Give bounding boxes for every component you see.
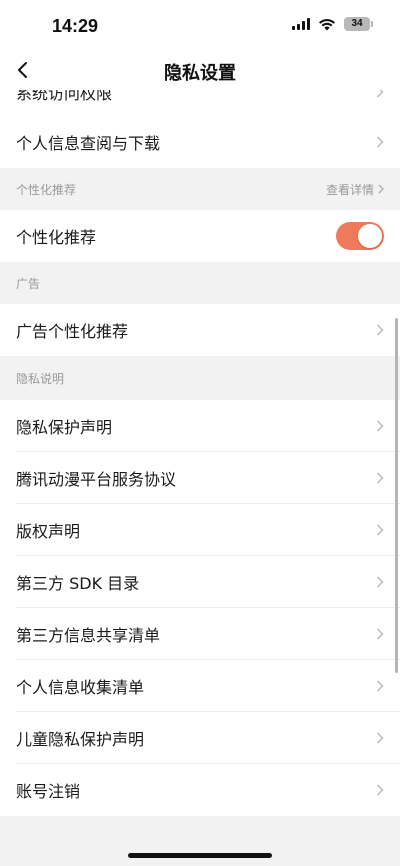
section-title: 个性化推荐 — [16, 182, 77, 197]
row-label: 个人信息收集清单 — [16, 678, 145, 697]
row-personal-collect[interactable]: 个人信息收集清单 — [0, 660, 400, 712]
status-time: 14:29 — [52, 16, 99, 36]
row-system-permissions[interactable]: 系统访问权限 — [0, 90, 400, 118]
section-title: 广告 — [16, 276, 41, 291]
page-title: 隐私设置 — [164, 63, 236, 84]
chevron-right-icon — [376, 524, 384, 536]
chevron-right-icon — [376, 680, 384, 692]
chevron-right-icon — [376, 784, 384, 796]
toggle-knob — [358, 224, 382, 248]
battery-icon: 34 — [344, 17, 373, 31]
view-details-label: 查看详情 — [325, 182, 374, 197]
row-label: 隐私保护声明 — [16, 418, 113, 437]
row-label: 个人信息查阅与下载 — [16, 134, 161, 153]
section-ads: 广告 — [0, 262, 400, 304]
section-personalized: 个性化推荐 查看详情 — [0, 168, 400, 210]
row-third-party-share[interactable]: 第三方信息共享清单 — [0, 608, 400, 660]
row-label: 第三方信息共享清单 — [16, 626, 161, 645]
row-personalized-rec: 个性化推荐 — [0, 210, 400, 262]
section-title: 隐私说明 — [16, 371, 65, 386]
row-label: 腾讯动漫平台服务协议 — [16, 470, 177, 489]
row-privacy-statement[interactable]: 隐私保护声明 — [0, 400, 400, 452]
home-indicator — [128, 853, 272, 858]
scrollbar[interactable] — [395, 318, 398, 673]
chevron-right-icon — [376, 472, 384, 484]
wifi-icon — [319, 18, 335, 30]
row-label: 第三方 SDK 目录 — [16, 574, 140, 593]
row-service-agreement[interactable]: 腾讯动漫平台服务协议 — [0, 452, 400, 504]
row-ad-personalized[interactable]: 广告个性化推荐 — [0, 304, 400, 356]
row-label: 版权声明 — [16, 522, 81, 541]
chevron-right-icon — [378, 184, 384, 194]
row-third-party-sdk[interactable]: 第三方 SDK 目录 — [0, 556, 400, 608]
view-details-link[interactable]: 查看详情 — [326, 181, 384, 198]
row-label: 广告个性化推荐 — [16, 322, 129, 341]
chevron-right-icon — [376, 324, 384, 336]
chevron-right-icon — [376, 90, 384, 98]
row-personal-info-download[interactable]: 个人信息查阅与下载 — [0, 116, 400, 168]
status-bar: 14:29 34 — [0, 0, 400, 50]
row-label: 系统访问权限 — [16, 90, 113, 103]
status-icons: 34 — [292, 17, 373, 31]
chevron-right-icon — [376, 732, 384, 744]
row-copyright[interactable]: 版权声明 — [0, 504, 400, 556]
personalized-rec-toggle[interactable] — [336, 222, 384, 250]
section-privacy: 隐私说明 — [0, 356, 400, 400]
nav-bar: 隐私设置 — [0, 50, 400, 90]
row-account-cancel[interactable]: 账号注销 — [0, 764, 400, 816]
chevron-right-icon — [376, 628, 384, 640]
row-label: 儿童隐私保护声明 — [16, 730, 145, 749]
row-child-privacy[interactable]: 儿童隐私保护声明 — [0, 712, 400, 764]
settings-list: 系统访问权限 个人信息查阅与下载 个性化推荐 查看详情 个性化推荐 广告 广告个… — [0, 90, 400, 866]
chevron-right-icon — [376, 420, 384, 432]
signal-icon — [292, 18, 310, 30]
chevron-right-icon — [376, 136, 384, 148]
chevron-right-icon — [376, 576, 384, 588]
row-label: 账号注销 — [16, 782, 81, 801]
row-label: 个性化推荐 — [16, 228, 97, 247]
